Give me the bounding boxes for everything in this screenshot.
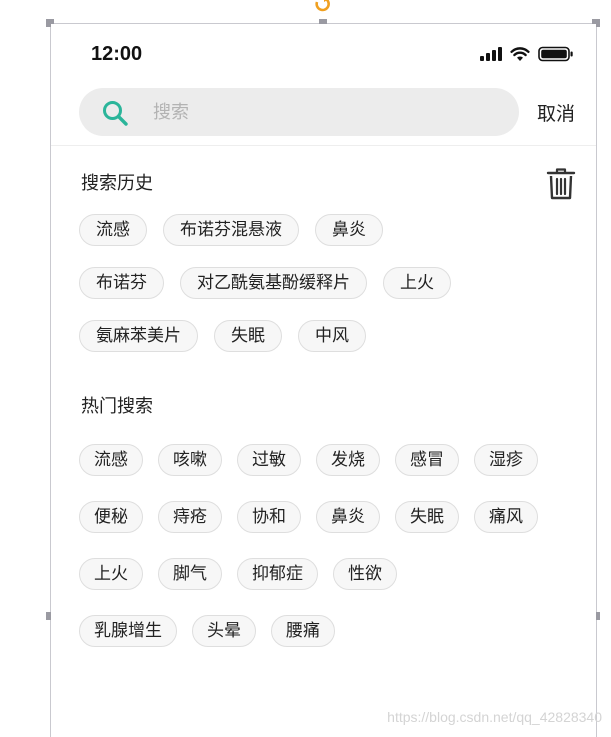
rotate-handle-icon[interactable] bbox=[313, 0, 333, 12]
search-box[interactable] bbox=[79, 88, 519, 136]
history-tag[interactable]: 失眠 bbox=[214, 320, 282, 352]
history-tag[interactable]: 中风 bbox=[298, 320, 366, 352]
selection-frame-right bbox=[596, 23, 597, 737]
phone-screen: 12:00 搜索 取消 搜索历史 流感 布诺芬混悬液 鼻炎 布诺芬 对乙酰氨基酚… bbox=[51, 24, 596, 737]
history-tag[interactable]: 氨麻苯美片 bbox=[79, 320, 198, 352]
header-divider bbox=[51, 145, 596, 146]
search-icon bbox=[103, 101, 128, 126]
hot-tag[interactable]: 咳嗽 bbox=[158, 444, 222, 476]
history-tag[interactable]: 对乙酰氨基酚缓释片 bbox=[180, 267, 367, 299]
hot-tag[interactable]: 乳腺增生 bbox=[79, 615, 177, 647]
history-tag[interactable]: 鼻炎 bbox=[315, 214, 383, 246]
status-time: 12:00 bbox=[91, 43, 143, 65]
trash-icon[interactable] bbox=[546, 167, 576, 201]
hot-tag[interactable]: 性欲 bbox=[333, 558, 397, 590]
history-tag-row: 布诺芬 对乙酰氨基酚缓释片 上火 bbox=[79, 267, 579, 299]
search-history-title: 搜索历史 bbox=[81, 173, 153, 194]
design-canvas: 12:00 搜索 取消 搜索历史 流感 布诺芬混悬液 鼻炎 布诺芬 对乙酰氨基酚… bbox=[0, 0, 611, 737]
cancel-button[interactable]: 取消 bbox=[537, 99, 575, 126]
hot-tag[interactable]: 湿疹 bbox=[474, 444, 538, 476]
hot-tag[interactable]: 上火 bbox=[79, 558, 143, 590]
watermark: https://blog.csdn.net/qq_42828340 bbox=[387, 709, 602, 725]
hot-tag[interactable]: 过敏 bbox=[237, 444, 301, 476]
search-row: 取消 bbox=[79, 88, 589, 136]
search-input[interactable] bbox=[153, 88, 493, 136]
history-tag[interactable]: 流感 bbox=[79, 214, 147, 246]
hot-tag[interactable]: 抑郁症 bbox=[237, 558, 318, 590]
hot-tag[interactable]: 头晕 bbox=[192, 615, 256, 647]
wifi-icon bbox=[510, 47, 530, 61]
hot-tag[interactable]: 感冒 bbox=[395, 444, 459, 476]
hot-tag[interactable]: 腰痛 bbox=[271, 615, 335, 647]
hot-tag[interactable]: 鼻炎 bbox=[316, 501, 380, 533]
history-tag-row: 氨麻苯美片 失眠 中风 bbox=[79, 320, 579, 352]
hot-search-tags: 流感 咳嗽 过敏 发烧 感冒 湿疹 便秘 痔疮 协和 鼻炎 失眠 痛风 上火 脚… bbox=[79, 444, 579, 672]
battery-icon bbox=[538, 46, 573, 62]
hot-tag[interactable]: 失眠 bbox=[395, 501, 459, 533]
hot-tag-row: 流感 咳嗽 过敏 发烧 感冒 湿疹 bbox=[79, 444, 579, 476]
history-tag[interactable]: 布诺芬混悬液 bbox=[163, 214, 299, 246]
status-bar: 12:00 bbox=[51, 24, 596, 84]
history-tag[interactable]: 布诺芬 bbox=[79, 267, 164, 299]
hot-tag-row: 便秘 痔疮 协和 鼻炎 失眠 痛风 bbox=[79, 501, 579, 533]
hot-tag-row: 上火 脚气 抑郁症 性欲 bbox=[79, 558, 579, 590]
hot-tag[interactable]: 流感 bbox=[79, 444, 143, 476]
search-history-tags: 流感 布诺芬混悬液 鼻炎 布诺芬 对乙酰氨基酚缓释片 上火 氨麻苯美片 失眠 中… bbox=[79, 214, 579, 373]
status-icons bbox=[480, 46, 574, 62]
hot-tag[interactable]: 脚气 bbox=[158, 558, 222, 590]
hot-tag[interactable]: 痔疮 bbox=[158, 501, 222, 533]
signal-icon bbox=[480, 47, 502, 61]
hot-tag[interactable]: 痛风 bbox=[474, 501, 538, 533]
hot-tag[interactable]: 便秘 bbox=[79, 501, 143, 533]
hot-tag[interactable]: 发烧 bbox=[316, 444, 380, 476]
hot-tag[interactable]: 协和 bbox=[237, 501, 301, 533]
history-tag[interactable]: 上火 bbox=[383, 267, 451, 299]
hot-search-title: 热门搜索 bbox=[81, 396, 153, 417]
hot-tag-row: 乳腺增生 头晕 腰痛 bbox=[79, 615, 579, 647]
history-tag-row: 流感 布诺芬混悬液 鼻炎 bbox=[79, 214, 579, 246]
